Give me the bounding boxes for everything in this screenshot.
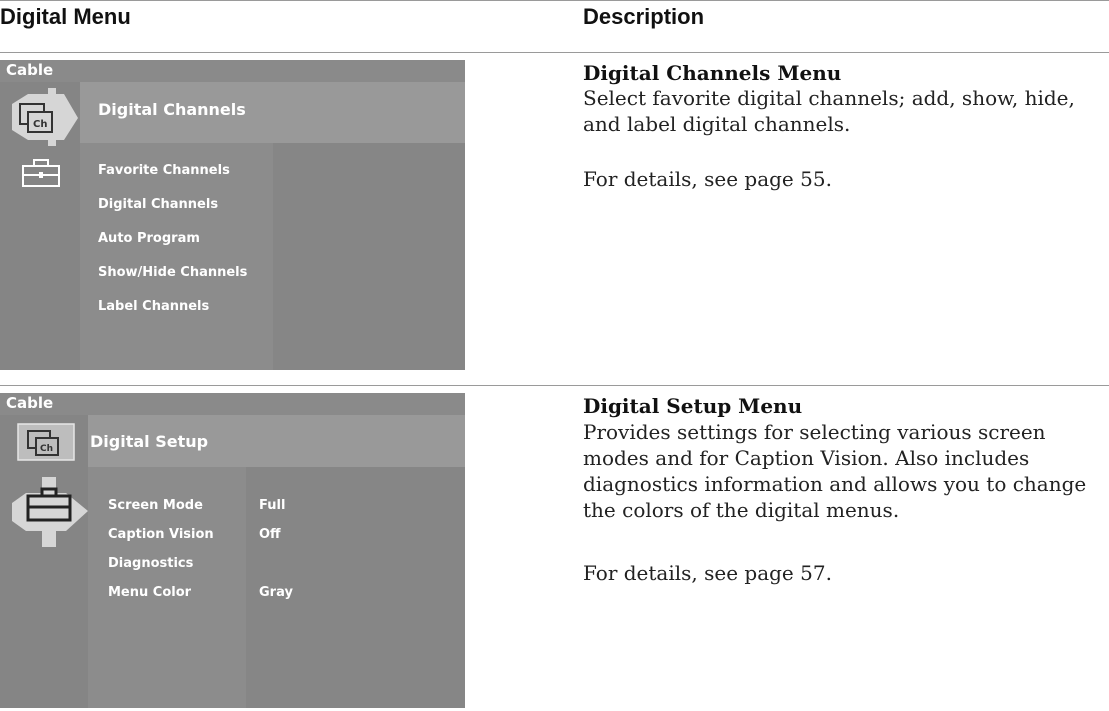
description-page-ref-digital-setup: For details, see page 57. — [583, 561, 832, 585]
menu-value-caption-vision: Off — [259, 527, 281, 542]
menu-item-label-channels[interactable]: Label Channels — [98, 299, 209, 314]
input-source-label: Cable — [6, 61, 54, 79]
menu-item-digital-channels[interactable]: Digital Channels — [98, 197, 218, 212]
menu-value-screen-mode: Full — [259, 498, 286, 513]
svg-text:Ch: Ch — [40, 444, 53, 454]
description-title-digital-setup: Digital Setup Menu — [583, 394, 803, 418]
menu-item-show-hide-channels[interactable]: Show/Hide Channels — [98, 265, 247, 280]
channel-icon[interactable]: Ch — [14, 421, 78, 463]
input-source-label: Cable — [6, 394, 54, 412]
description-title-digital-channels: Digital Channels Menu — [583, 61, 842, 85]
menu-value-menu-color: Gray — [259, 585, 293, 600]
description-page-ref-digital-channels: For details, see page 55. — [583, 167, 832, 191]
column-header-menu: Digital Menu — [0, 4, 131, 29]
svg-text:Ch: Ch — [33, 119, 47, 130]
menu-item-auto-program[interactable]: Auto Program — [98, 231, 200, 246]
toolbox-icon[interactable] — [20, 158, 62, 188]
menu-item-diagnostics[interactable]: Diagnostics — [108, 556, 193, 571]
digital-setup-menu-screenshot: Cable Digital Setup Ch Screen Mode Full … — [0, 393, 465, 708]
menu-title: Digital Channels — [98, 100, 246, 119]
description-body-digital-channels: Select favorite digital channels; add, s… — [583, 86, 1075, 136]
digital-channels-menu-screenshot: Cable Digital Channels Ch Favorite Chann… — [0, 60, 465, 370]
description-body-digital-setup: Provides settings for selecting various … — [583, 420, 1087, 522]
menu-item-screen-mode[interactable]: Screen Mode — [108, 498, 203, 513]
toolbox-icon[interactable] — [4, 467, 94, 557]
menu-value-area — [273, 143, 465, 370]
menu-item-favorite-channels[interactable]: Favorite Channels — [98, 163, 230, 178]
header-rule — [0, 52, 1109, 53]
channel-icon[interactable]: Ch — [4, 82, 84, 154]
row-divider — [0, 385, 1109, 386]
menu-item-menu-color[interactable]: Menu Color — [108, 585, 191, 600]
top-rule — [0, 0, 1109, 1]
column-header-description: Description — [583, 4, 705, 29]
menu-top-bar — [0, 60, 465, 82]
menu-item-caption-vision[interactable]: Caption Vision — [108, 527, 214, 542]
menu-top-bar — [0, 393, 465, 415]
menu-title: Digital Setup — [90, 432, 209, 451]
